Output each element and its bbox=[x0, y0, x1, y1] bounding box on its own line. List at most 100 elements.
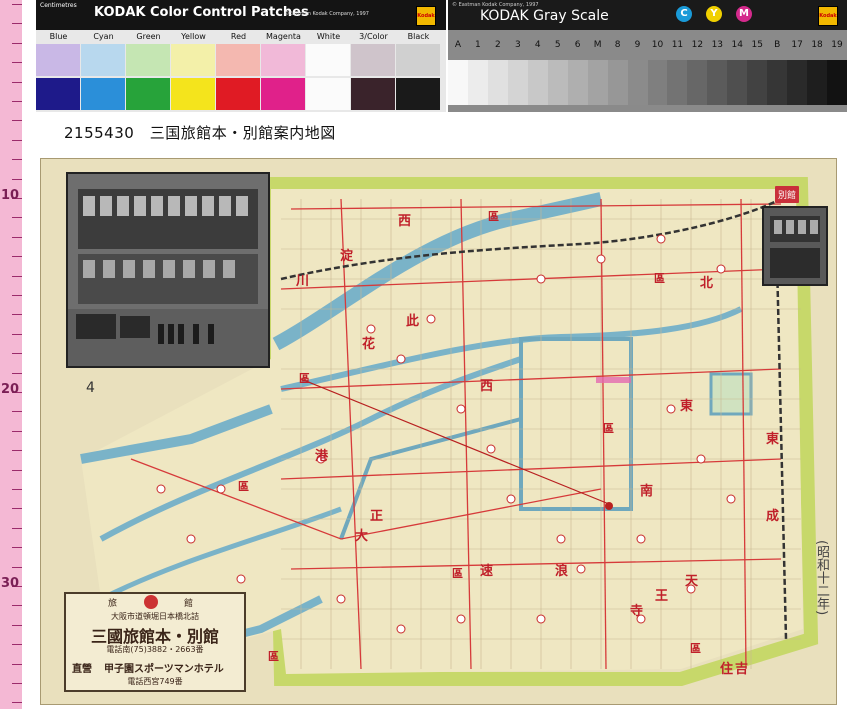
gray-step-patch bbox=[727, 60, 748, 105]
gray-step-label: 14 bbox=[731, 40, 743, 50]
color-patch-light bbox=[81, 44, 125, 76]
gray-step-patch bbox=[647, 60, 668, 105]
district-label: 王 bbox=[655, 589, 669, 604]
ryokan-crest-icon bbox=[144, 595, 158, 609]
ruler-tick bbox=[12, 236, 22, 238]
gray-step-label: 6 bbox=[574, 40, 581, 50]
info-top-left: 旅 bbox=[108, 599, 118, 609]
gray-step-label: 15 bbox=[751, 40, 763, 50]
color-strip-header: Centimetres KODAK Color Control Patches … bbox=[36, 0, 446, 30]
district-label: 區 bbox=[268, 650, 279, 663]
ruler-tick bbox=[12, 644, 22, 646]
district-label: 此 bbox=[406, 314, 420, 329]
district-label: 區 bbox=[299, 372, 310, 385]
info-address: 大阪市道頓堀日本橋北詰 bbox=[111, 612, 199, 621]
cmy-dot: Y bbox=[706, 6, 722, 22]
color-patch-dark bbox=[216, 78, 260, 110]
color-patch-light bbox=[171, 44, 215, 76]
info-hotel: 甲子園スポーツマンホテル bbox=[104, 664, 224, 675]
gray-step-label: 4 bbox=[534, 40, 541, 50]
district-label: 速 bbox=[480, 564, 494, 579]
district-label: 寺 bbox=[630, 604, 644, 619]
ruler-tick bbox=[12, 295, 22, 296]
annex-building-icon bbox=[764, 208, 826, 284]
color-patch-light bbox=[351, 44, 395, 76]
ruler-tick bbox=[12, 566, 22, 568]
patch-label: White bbox=[316, 32, 341, 41]
ruler-tick bbox=[12, 4, 22, 5]
gray-step-patch bbox=[467, 60, 488, 105]
patch-label: Red bbox=[230, 32, 247, 41]
gray-step-patch bbox=[687, 60, 708, 105]
ruler-tick bbox=[12, 275, 22, 277]
ruler-tick bbox=[12, 62, 22, 64]
district-label: 區 bbox=[690, 642, 701, 655]
gray-step-label: 12 bbox=[691, 40, 704, 50]
ruler-tick bbox=[12, 333, 22, 335]
ruler-tick bbox=[12, 411, 22, 413]
gray-strip-header: © Eastman Kodak Company, 1997 KODAK Gray… bbox=[448, 0, 847, 30]
gray-step-patch bbox=[787, 60, 808, 105]
castle-moat bbox=[709, 372, 753, 416]
district-label: 成 bbox=[766, 509, 780, 524]
ruler-tick bbox=[12, 702, 22, 704]
district-label: 區 bbox=[654, 272, 665, 285]
ruler-number: 10 bbox=[1, 188, 20, 203]
district-label: 住 bbox=[720, 662, 734, 677]
district-label: 北 bbox=[700, 276, 714, 291]
ruler-tick bbox=[12, 139, 22, 141]
patch-label: Magenta bbox=[266, 32, 301, 41]
centimetre-ruler: 10 20 30 bbox=[0, 0, 22, 709]
gray-step-label: 5 bbox=[554, 40, 561, 50]
ruler-tick bbox=[12, 178, 22, 180]
district-label: 川 bbox=[296, 274, 310, 289]
gray-step-label: A bbox=[454, 40, 462, 50]
handwritten-note: (昭和十二年) bbox=[814, 540, 829, 616]
ruler-tick bbox=[12, 605, 22, 607]
color-patch-dark bbox=[36, 78, 80, 110]
color-patch-dark bbox=[261, 78, 305, 110]
kodak-gray-scale-strip: © Eastman Kodak Company, 1997 KODAK Gray… bbox=[448, 0, 847, 112]
ryokan-info-box: 旅 館 大阪市道頓堀日本橋北詰 三國旅館本・別館 電話南(75)3882・266… bbox=[64, 592, 246, 692]
gray-step-patch bbox=[607, 60, 628, 105]
color-strip-title: KODAK Color Control Patches bbox=[94, 5, 309, 20]
color-strip-copyright: ©Eastman Kodak Company, 1997 bbox=[284, 11, 369, 17]
ruler-tick bbox=[12, 508, 22, 510]
kodak-color-control-strip: Centimetres KODAK Color Control Patches … bbox=[36, 0, 446, 112]
ruler-tick bbox=[12, 23, 22, 25]
color-patch-light bbox=[306, 44, 350, 76]
district-label: 區 bbox=[488, 210, 499, 223]
patch-label: Yellow bbox=[181, 32, 206, 41]
gray-step-label: 3 bbox=[514, 40, 521, 50]
color-patch-dark bbox=[126, 78, 170, 110]
color-patch-light bbox=[126, 44, 170, 76]
gray-step-patch bbox=[567, 60, 588, 105]
info-top-right: 館 bbox=[184, 599, 194, 609]
color-patch-light bbox=[396, 44, 440, 76]
ruler-tick bbox=[12, 353, 22, 355]
ruler-tick bbox=[12, 120, 22, 122]
ruler-tick bbox=[12, 450, 22, 452]
gray-step-label: 1 bbox=[475, 40, 481, 50]
color-patch-dark bbox=[351, 78, 395, 110]
gray-step-label: M bbox=[593, 40, 602, 50]
district-label: 西 bbox=[398, 214, 412, 229]
info-hotel-phone: 電話西宮749番 bbox=[127, 677, 183, 686]
kodak-logo-icon: Kodak bbox=[416, 6, 436, 26]
gray-step-label: 2 bbox=[495, 40, 501, 50]
gray-step-label: 19 bbox=[831, 40, 843, 50]
cmy-dot: C bbox=[676, 6, 692, 22]
patch-label: Blue bbox=[49, 32, 68, 41]
ruler-tick bbox=[12, 159, 22, 161]
gray-step-patch bbox=[587, 60, 608, 105]
info-direct-label: 直營 bbox=[72, 664, 92, 675]
gray-step-patch bbox=[627, 60, 648, 105]
district-label: 正 bbox=[370, 509, 384, 524]
ruler-tick bbox=[12, 217, 22, 219]
gray-step-patch bbox=[527, 60, 548, 105]
color-patch-dark bbox=[306, 78, 350, 110]
gray-step-patch bbox=[747, 60, 768, 105]
map-number: 4 bbox=[86, 380, 95, 396]
ruler-tick bbox=[12, 256, 22, 258]
annex-badge: 別館 bbox=[775, 186, 800, 203]
